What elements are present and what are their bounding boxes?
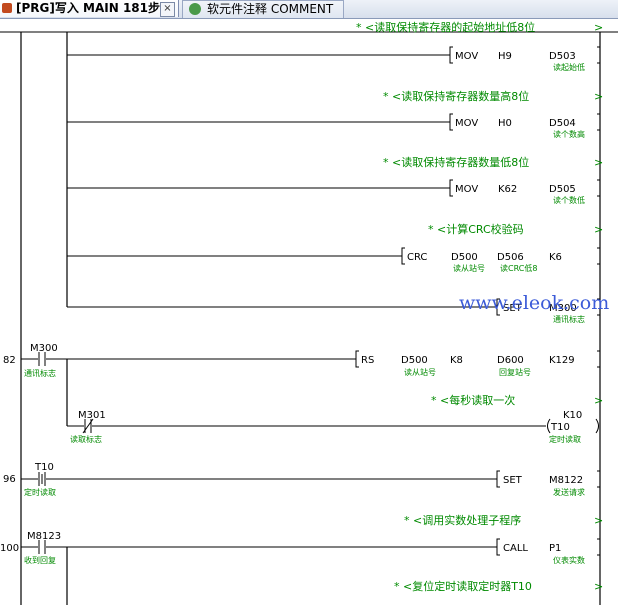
instruction-call-p1[interactable]: CALL P1 仪表实数 xyxy=(46,538,601,565)
instruction-operand: D500 xyxy=(401,355,428,366)
instruction-mnemonic: MOV xyxy=(455,118,478,129)
operand-comment: 读个数低 xyxy=(553,195,585,205)
instruction-mnemonic: MOV xyxy=(455,51,478,62)
instruction-operand: D503 xyxy=(549,51,576,62)
instruction-mnemonic: CALL xyxy=(503,543,528,554)
contact-m8123[interactable]: M8123 收到回复 xyxy=(21,531,61,565)
arrow-icon: > xyxy=(594,223,603,236)
instruction-crc[interactable]: CRC D500 读从站号 D506 读CRC低8 K6 xyxy=(67,247,601,273)
watermark: www.eleok.com xyxy=(459,292,609,314)
rung-comment: * <读取保持寄存器的起始地址低8位 xyxy=(356,20,535,34)
instruction-operand: D504 xyxy=(549,118,576,129)
instruction-operand: H0 xyxy=(498,118,512,129)
arrow-icon: > xyxy=(594,394,603,407)
operand-comment: 发送请求 xyxy=(553,487,585,497)
contact-device: M300 xyxy=(30,343,58,354)
instruction-operand: K129 xyxy=(549,355,575,366)
step-number: 82 xyxy=(3,355,16,366)
instruction-mnemonic: SET xyxy=(503,475,523,486)
coil-t10[interactable]: K10 T10 定时读取 xyxy=(92,410,599,444)
timer-setting: K10 xyxy=(563,410,582,421)
instruction-operand: D500 xyxy=(451,252,478,263)
step-number: 100 xyxy=(0,543,19,554)
operand-comment: 读起始低 xyxy=(553,62,585,72)
contact-comment: 读取标志 xyxy=(70,434,102,444)
operand-comment: 读从站号 xyxy=(453,263,485,273)
rung-comment: * <调用实数处理子程序 xyxy=(404,513,521,527)
operand-comment: 读CRC低8 xyxy=(500,263,537,273)
instruction-mov-h0[interactable]: MOV H0 D504 读个数高 xyxy=(67,113,601,139)
operand-comment: 仪表实数 xyxy=(553,555,585,565)
arrow-icon: > xyxy=(594,580,603,593)
instruction-operand: P1 xyxy=(549,543,561,554)
instruction-mov-k62[interactable]: MOV K62 D505 读个数低 xyxy=(67,179,601,205)
operand-comment: 通讯标志 xyxy=(553,314,585,324)
contact-m300[interactable]: M300 通讯标志 xyxy=(21,343,58,378)
instruction-operand: D600 xyxy=(497,355,524,366)
ladder-diagram[interactable]: * <读取保持寄存器的起始地址低8位 * <读取保持寄存器数量高8位 * <读取… xyxy=(0,0,618,605)
contact-comment: 收到回复 xyxy=(24,555,56,565)
rung-comment: * <读取保持寄存器数量低8位 xyxy=(383,155,529,169)
coil-device: T10 xyxy=(550,422,570,433)
arrow-icon: > xyxy=(594,90,603,103)
contact-device: M301 xyxy=(78,410,106,421)
instruction-rs[interactable]: RS D500 读从站号 K8 D600 回复站号 K129 xyxy=(46,350,601,377)
arrow-icon: > xyxy=(594,514,603,527)
rung-comment: * <复位定时读取定时器T10 xyxy=(394,579,532,593)
instruction-set-m8122[interactable]: SET M8122 发送请求 xyxy=(46,470,601,497)
operand-comment: 读个数高 xyxy=(553,129,585,139)
instruction-mnemonic: CRC xyxy=(407,252,427,263)
arrow-icon: > xyxy=(594,156,603,169)
instruction-operand: K6 xyxy=(549,252,562,263)
rung-comment: * <计算CRC校验码 xyxy=(428,222,524,236)
instruction-operand: H9 xyxy=(498,51,512,62)
instruction-operand: D505 xyxy=(549,184,576,195)
instruction-operand: M8122 xyxy=(549,475,583,486)
contact-device: T10 xyxy=(34,462,54,473)
instruction-operand: K62 xyxy=(498,184,517,195)
instruction-mov-h9[interactable]: MOV H9 D503 读起始低 xyxy=(67,46,601,72)
contact-comment: 定时读取 xyxy=(24,487,56,497)
contact-comment: 通讯标志 xyxy=(24,368,56,378)
contact-m301[interactable]: M301 读取标志 xyxy=(67,410,106,444)
step-number: 96 xyxy=(3,474,16,485)
coil-comment: 定时读取 xyxy=(549,434,581,444)
rung-comment: * <每秒读取一次 xyxy=(431,393,515,407)
instruction-mnemonic: RS xyxy=(361,355,374,366)
arrow-icon: > xyxy=(594,21,603,34)
instruction-operand: D506 xyxy=(497,252,524,263)
operand-comment: 回复站号 xyxy=(499,367,531,377)
operand-comment: 读从站号 xyxy=(404,367,436,377)
instruction-operand: K8 xyxy=(450,355,463,366)
rung-comment: * <读取保持寄存器数量高8位 xyxy=(383,89,529,103)
instruction-mnemonic: MOV xyxy=(455,184,478,195)
contact-device: M8123 xyxy=(27,531,61,542)
